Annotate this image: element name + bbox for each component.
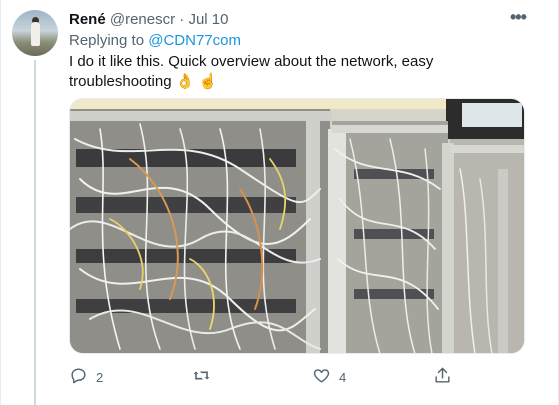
avatar-figure-body [31, 22, 40, 46]
thread-line [34, 60, 36, 405]
tweet-header: René @renescr · Jul 10 [69, 11, 228, 29]
tweet-text: I do it like this. Quick overview about … [69, 53, 434, 90]
avatar[interactable] [12, 10, 58, 56]
like-count: 4 [339, 369, 347, 385]
author-name[interactable]: René [69, 11, 106, 28]
like-button[interactable]: 4 [312, 366, 346, 388]
replying-handle-link[interactable]: @CDN77com [148, 32, 241, 49]
tweet-photo[interactable] [69, 98, 525, 354]
reply-count: 2 [96, 369, 104, 385]
action-bar: 2 4 [69, 366, 529, 388]
tweet-date[interactable]: Jul 10 [188, 11, 228, 28]
reply-button[interactable]: 2 [69, 366, 103, 388]
author-handle[interactable]: @renescr [110, 11, 175, 28]
replying-to: Replying to @CDN77com [69, 32, 241, 50]
share-icon [433, 366, 452, 388]
share-button[interactable] [433, 366, 452, 388]
server-rack-photo [70, 99, 524, 353]
retweet-button[interactable] [192, 366, 219, 388]
more-options-icon[interactable]: ••• [510, 8, 527, 26]
retweet-icon [192, 366, 211, 388]
meta-separator: · [179, 11, 185, 28]
heart-icon [312, 366, 331, 388]
left-border [0, 0, 1, 405]
tweet-card[interactable]: René @renescr · Jul 10 ••• Replying to @… [0, 0, 559, 405]
replying-label: Replying to [69, 32, 145, 49]
reply-icon [69, 366, 88, 388]
